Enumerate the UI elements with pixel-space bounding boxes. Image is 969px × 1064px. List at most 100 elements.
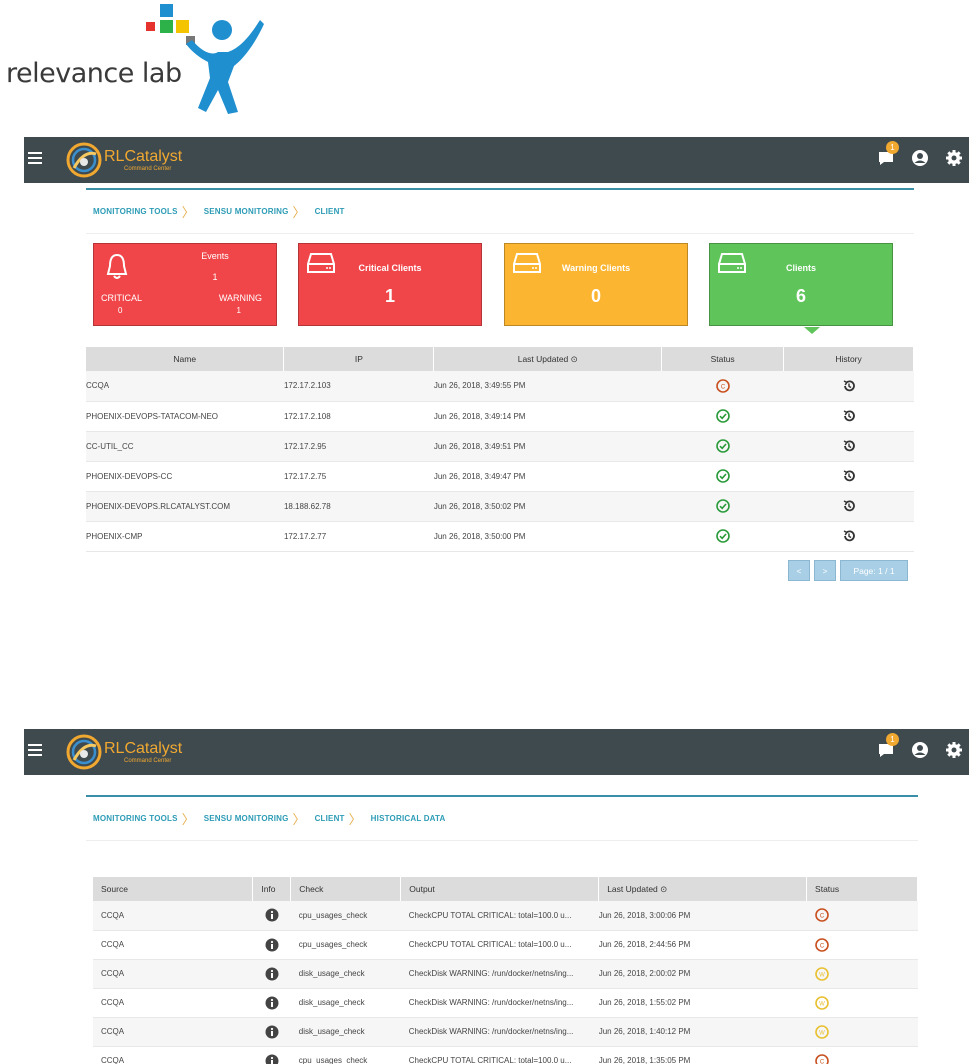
cell-status [661,491,784,522]
cell-check: disk_usage_check [290,988,401,1018]
logo-square-green [160,20,173,33]
clients-card[interactable]: Clients 6 [709,243,893,326]
history-icon[interactable] [842,440,856,452]
info-icon[interactable] [265,996,279,1009]
status-ok-icon [715,499,730,513]
table-row[interactable]: PHOENIX-CMP 172.17.2.77 Jun 26, 2018, 3:50… [86,521,914,552]
history-icon[interactable] [842,500,856,512]
cell-history [783,491,914,522]
notifications-icon[interactable]: 1 [877,141,899,167]
table-row[interactable]: CCQA disk_usage_check CheckDisk WARNING: /… [93,988,918,1018]
table-row[interactable]: CCQA cpu_usages_check CheckCPU TOTAL CRITI… [93,1046,918,1064]
top-navbar: RLCatalyst Command Center 1 [24,729,969,775]
cell-ip: 18.188.62.78 [283,491,434,522]
critical-clients-card[interactable]: Critical Clients 1 [298,243,482,326]
cell-name: PHOENIX-DEVOPS.RLCATALYST.COM [86,491,284,522]
col-check[interactable]: Check [290,877,402,901]
table-row[interactable]: CCQA disk_usage_check CheckDisk WARNING: /… [93,1017,918,1047]
history-icon[interactable] [842,380,856,391]
breadcrumb-client[interactable]: CLIENT [315,814,345,823]
history-icon[interactable] [842,530,856,542]
table-row[interactable]: CC-UTIL_CC 172.17.2.95 Jun 26, 2018, 3:49:… [86,431,914,462]
table-row[interactable]: CCQA 172.17.2.103 Jun 26, 2018, 3:49:55 PM… [86,371,914,402]
notifications-icon[interactable]: 1 [877,733,899,759]
table-row[interactable]: PHOENIX-DEVOPS-CC 172.17.2.75 Jun 26, 2018… [86,461,914,492]
cell-updated: Jun 26, 2018, 3:00:06 PM [598,901,807,931]
table-row[interactable]: CCQA disk_usage_check CheckDisk WARNING: /… [93,959,918,989]
info-icon[interactable] [265,1025,279,1038]
events-warning-value: 1 [236,306,241,315]
warning-clients-card[interactable]: Warning Clients 0 [504,243,688,326]
info-icon[interactable] [265,908,279,922]
cell-history [783,431,914,462]
events-critical-label: CRITICAL [101,293,143,303]
summary-cards: Events 1 CRITICAL 0 WARNING 1 Critical C… [93,243,901,334]
table-row[interactable]: PHOENIX-DEVOPS.RLCATALYST.COM 18.188.62.7… [86,491,914,522]
user-profile-icon[interactable] [911,149,929,167]
cell-output: CheckCPU TOTAL CRITICAL: total=100.0 u..… [400,1046,599,1064]
prev-page-button[interactable]: < [788,560,810,581]
col-last-updated-label: Last Updated [517,353,569,364]
info-icon[interactable] [265,1054,279,1064]
cell-check: disk_usage_check [290,1017,401,1047]
breadcrumb-monitoring-tools[interactable]: MONITORING TOOLS [93,207,178,216]
col-status[interactable]: Status [806,877,918,901]
cell-info [252,1046,291,1064]
history-icon[interactable] [842,410,856,422]
col-name[interactable]: Name [86,347,285,371]
rlcatalyst-logo-icon [66,734,102,770]
cell-updated: Jun 26, 2018, 3:49:51 PM [433,431,662,462]
cell-status: W [806,988,918,1018]
cell-updated: Jun 26, 2018, 3:49:14 PM [433,401,662,432]
cell-status [661,521,784,552]
cell-updated: Jun 26, 2018, 1:40:12 PM [598,1017,807,1047]
cell-history [783,371,914,402]
cell-source: CCQA [93,959,253,989]
breadcrumb-sensu-monitoring[interactable]: SENSU MONITORING [204,207,289,216]
user-profile-icon[interactable] [911,741,929,759]
cell-info [252,901,291,931]
events-card[interactable]: Events 1 CRITICAL 0 WARNING 1 [93,243,277,326]
cell-output: CheckDisk WARNING: /run/docker/netns/ing… [400,988,599,1018]
settings-gear-icon[interactable] [945,741,963,759]
cell-source: CCQA [93,930,253,960]
selected-card-caret [804,327,820,334]
breadcrumb-client[interactable]: CLIENT [315,207,345,216]
breadcrumb: MONITORING TOOLS 〉 SENSU MONITORING 〉 CLIE… [86,797,918,841]
cell-history [783,461,914,492]
cell-check: cpu_usages_check [290,930,401,960]
historical-data-screen: RLCatalyst Command Center 1 MONITORING T… [24,729,969,1064]
next-page-button[interactable]: > [814,560,836,581]
breadcrumb-sensu-monitoring[interactable]: SENSU MONITORING [204,814,289,823]
cell-status [661,431,784,462]
cell-updated: Jun 26, 2018, 3:50:00 PM [433,521,662,552]
cell-status: W [806,959,918,989]
cell-updated: Jun 26, 2018, 3:49:47 PM [433,461,662,492]
warning-clients-title: Warning Clients [561,263,631,273]
info-icon[interactable] [265,967,279,980]
hamburger-menu-icon[interactable] [28,152,42,164]
table-row[interactable]: CCQA cpu_usages_check CheckCPU TOTAL CRITI… [93,930,918,960]
clients-table: Name IP Last Updated ⊙ Status History CC… [86,347,914,552]
col-status[interactable]: Status [661,347,785,371]
col-output[interactable]: Output [400,877,600,901]
col-ip[interactable]: IP [283,347,435,371]
col-source[interactable]: Source [93,877,254,901]
logo-person-figure [186,20,264,114]
breadcrumb-historical-data[interactable]: HISTORICAL DATA [371,814,446,823]
table-row[interactable]: PHOENIX-DEVOPS-TATACOM-NEO 172.17.2.108 Ju… [86,401,914,432]
settings-gear-icon[interactable] [945,149,963,167]
cell-status [661,461,784,492]
breadcrumb-monitoring-tools[interactable]: MONITORING TOOLS [93,814,178,823]
status-ok-icon [715,529,730,543]
table-row[interactable]: CCQA cpu_usages_check CheckCPU TOTAL CRITI… [93,901,918,931]
hamburger-menu-icon[interactable] [28,744,42,756]
status-ok-icon [715,409,730,423]
col-last-updated[interactable]: Last Updated ⊙ [598,877,808,901]
events-critical-value: 0 [118,306,123,315]
brand-logo[interactable]: RLCatalyst Command Center [66,734,182,770]
info-icon[interactable] [265,938,279,951]
history-icon[interactable] [842,470,856,482]
col-last-updated[interactable]: Last Updated ⊙ [433,347,663,371]
brand-logo[interactable]: RLCatalyst Command Center [66,142,182,178]
